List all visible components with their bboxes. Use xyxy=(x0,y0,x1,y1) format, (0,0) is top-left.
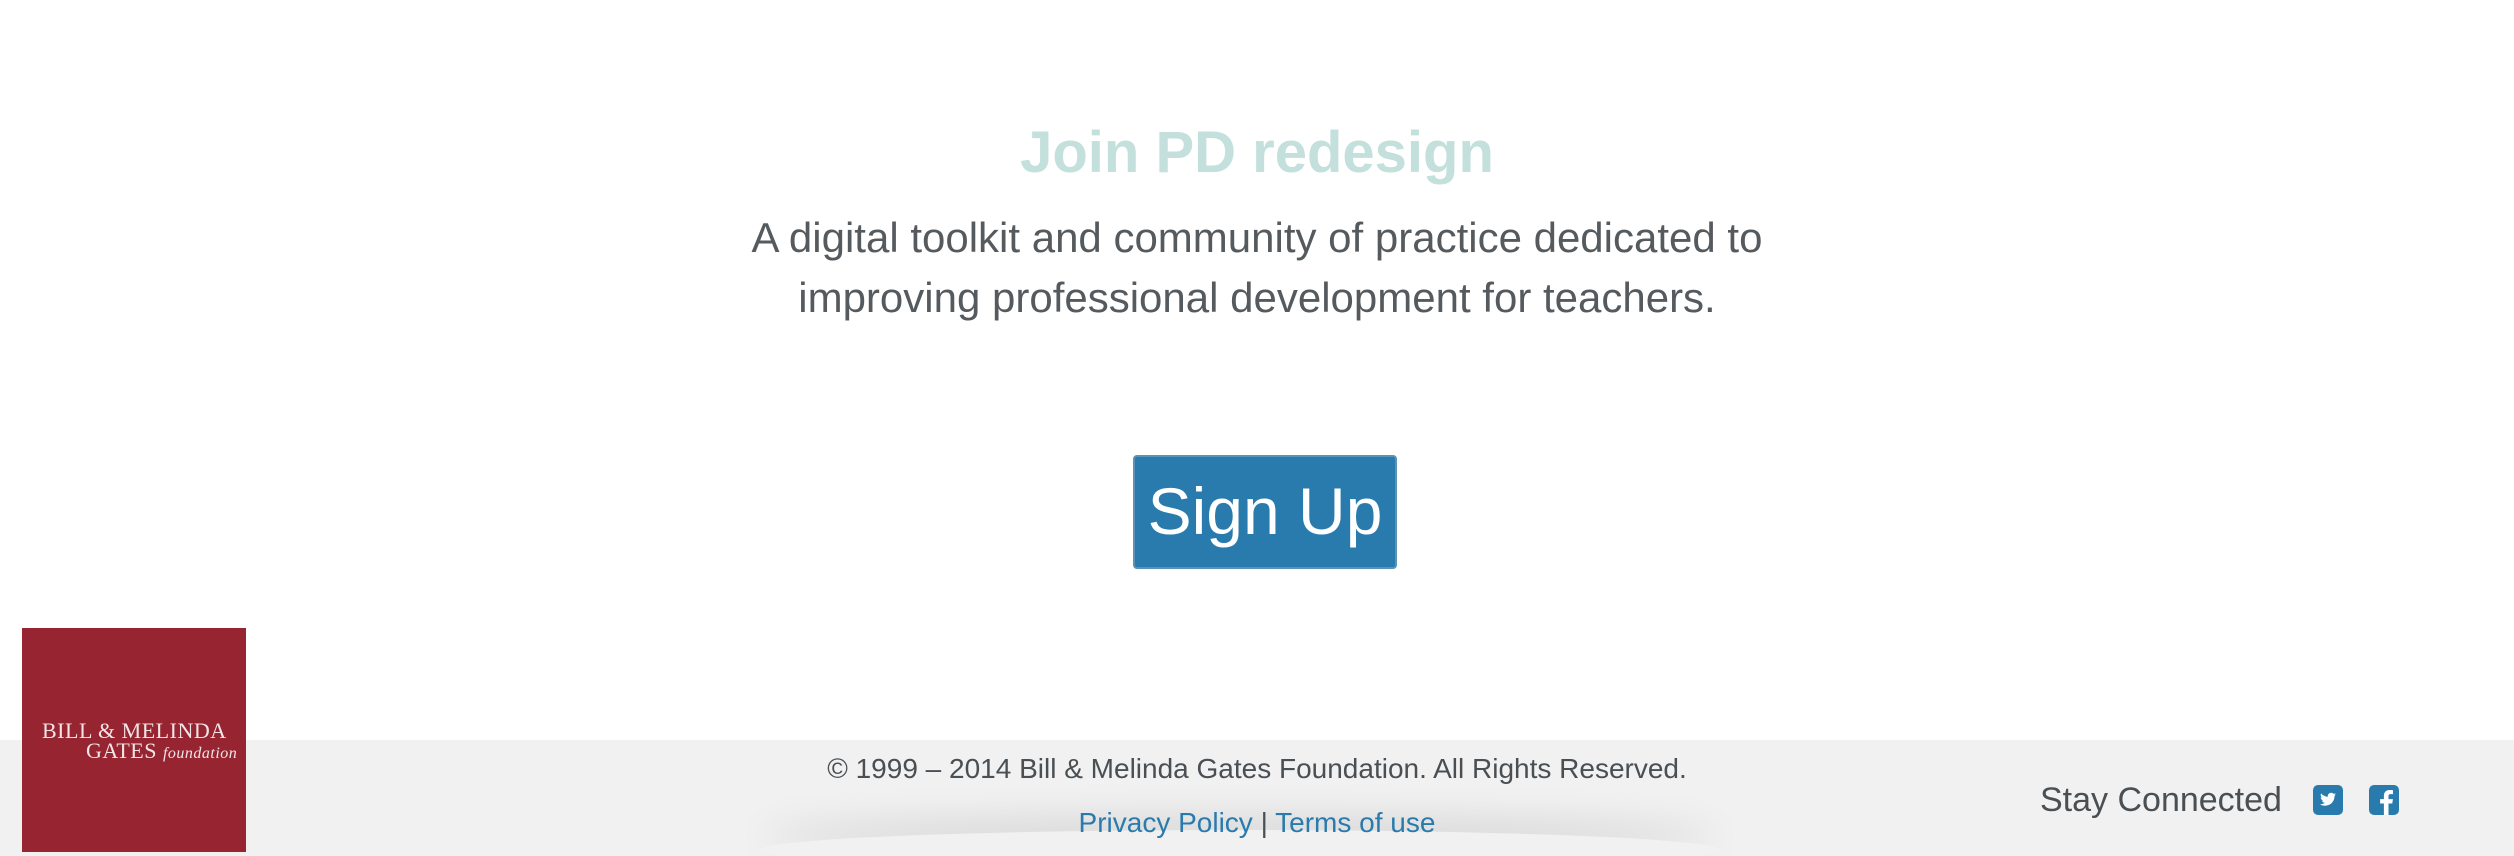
facebook-icon[interactable] xyxy=(2369,785,2399,815)
stay-connected-label: Stay Connected xyxy=(2040,781,2282,819)
logo-word-foundation: foundation xyxy=(162,745,238,762)
terms-of-use-link[interactable]: Terms of use xyxy=(1275,807,1435,838)
logo-word-gates: GATES xyxy=(86,738,157,763)
sign-up-button[interactable]: Sign Up xyxy=(1133,455,1397,569)
hero-description: A digital toolkit and community of pract… xyxy=(751,214,1763,321)
twitter-icon[interactable] xyxy=(2313,785,2343,815)
page: Join PD redesign A digital toolkit and c… xyxy=(0,0,2514,856)
logo-line-2: GATES foundation xyxy=(86,738,237,764)
privacy-policy-link[interactable]: Privacy Policy xyxy=(1079,807,1253,838)
gates-foundation-logo[interactable]: BILL & MELINDA GATES foundation xyxy=(22,628,246,852)
link-separator: | xyxy=(1260,807,1268,838)
page-title: Join PD redesign xyxy=(1020,120,1494,185)
